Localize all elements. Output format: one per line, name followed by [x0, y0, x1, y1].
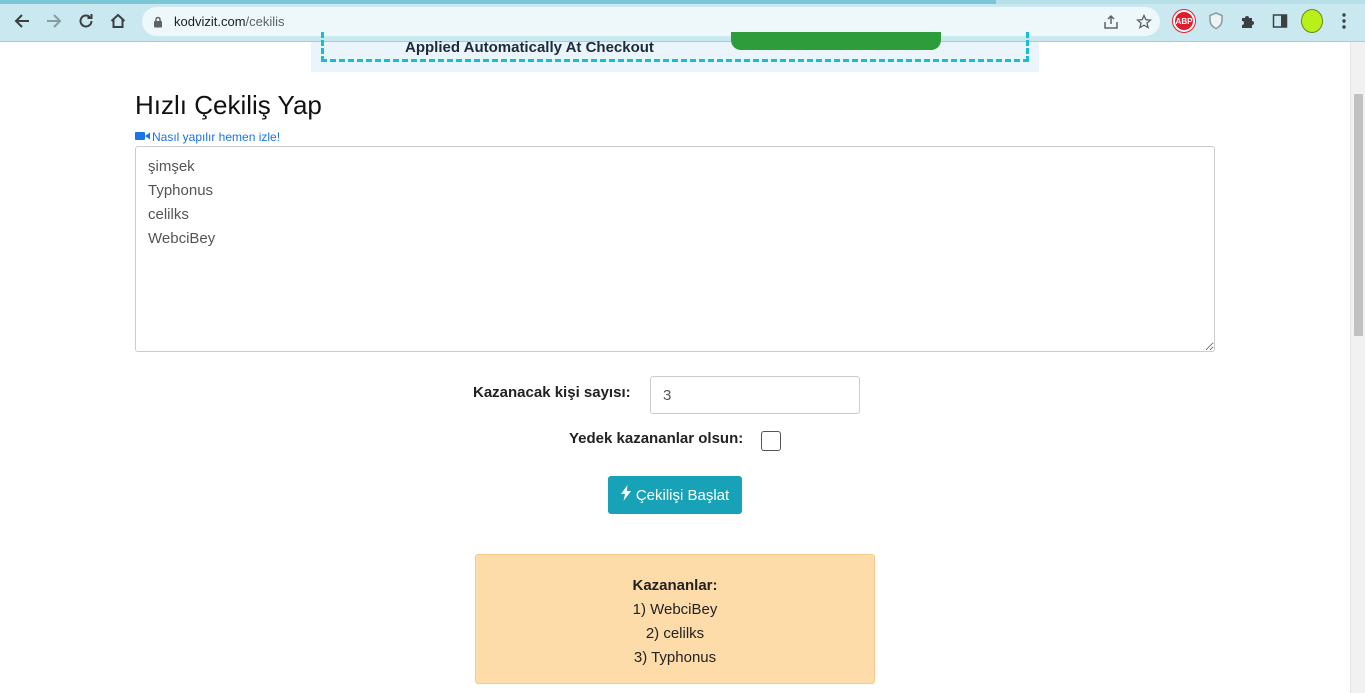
scrollbar-thumb[interactable] — [1354, 94, 1363, 336]
lightning-icon — [620, 485, 631, 505]
forward-icon[interactable] — [42, 9, 66, 33]
winner-item: 3) Typhonus — [633, 649, 717, 666]
start-draw-button[interactable]: Çekilişi Başlat — [608, 476, 742, 514]
puzzle-extensions-icon[interactable] — [1237, 10, 1259, 32]
menu-kebab-icon[interactable] — [1333, 10, 1355, 32]
home-icon[interactable] — [106, 9, 130, 33]
side-panel-icon[interactable] — [1269, 10, 1291, 32]
backup-winners-checkbox[interactable] — [761, 431, 781, 451]
back-icon[interactable] — [10, 9, 34, 33]
winners-title: Kazananlar: — [632, 577, 718, 594]
winners-panel: Kazananlar: 1) WebciBey 2) celilks 3) Ty… — [475, 554, 875, 684]
video-link-text: Nasıl yapılır hemen izle! — [152, 130, 281, 144]
ad-banner[interactable]: Applied Automatically At Checkout — [311, 32, 1039, 72]
page-title: Hızlı Çekiliş Yap — [135, 90, 322, 120]
adblock-plus-icon[interactable]: ABP — [1173, 10, 1195, 32]
participants-textarea[interactable] — [135, 146, 1215, 352]
start-draw-label: Çekilişi Başlat — [635, 486, 730, 504]
winner-item: 2) celilks — [645, 625, 705, 642]
bookmark-star-icon[interactable] — [1135, 13, 1153, 31]
how-to-video-link[interactable]: Nasıl yapılır hemen izle! — [135, 130, 280, 144]
winner-count-input[interactable] — [650, 376, 860, 414]
shield-extension-icon[interactable] — [1205, 10, 1227, 32]
ad-button[interactable] — [731, 32, 941, 50]
url-text: kodvizit.com/cekilis — [174, 14, 285, 29]
winner-count-label: Kazanacak kişi sayısı: — [473, 384, 631, 401]
reload-icon[interactable] — [74, 9, 98, 33]
page-scrollbar[interactable] — [1350, 42, 1365, 693]
profile-avatar[interactable] — [1301, 9, 1323, 33]
lock-icon[interactable] — [153, 15, 163, 33]
share-icon[interactable] — [1102, 13, 1120, 31]
ad-text: Applied Automatically At Checkout — [405, 39, 654, 56]
backup-winners-label: Yedek kazananlar olsun: — [569, 430, 744, 447]
video-camera-icon — [135, 130, 150, 144]
tab-strip — [0, 0, 1365, 4]
winner-item: 1) WebciBey — [632, 601, 718, 618]
